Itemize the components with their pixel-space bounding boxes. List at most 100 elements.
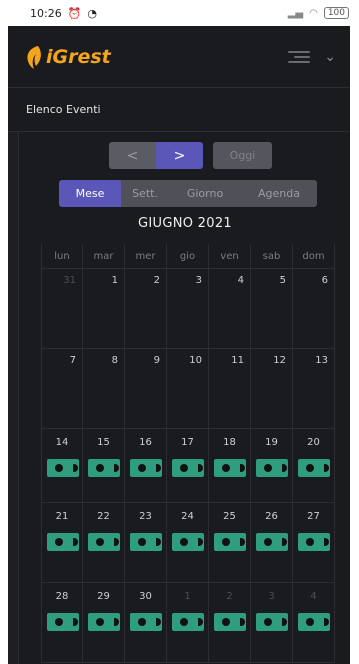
day-cell[interactable]: 22 bbox=[83, 503, 125, 582]
event-chip[interactable] bbox=[298, 613, 330, 631]
view-agenda-button[interactable]: Agenda bbox=[241, 180, 317, 207]
event-chip[interactable] bbox=[256, 533, 288, 551]
day-cell[interactable]: 26 bbox=[251, 503, 293, 582]
day-cell[interactable]: 13 bbox=[293, 349, 335, 428]
event-dot-icon bbox=[264, 464, 272, 472]
event-chip[interactable] bbox=[172, 613, 204, 631]
event-half-dot-icon bbox=[324, 538, 329, 546]
day-number: 8 bbox=[111, 355, 118, 366]
day-cell[interactable]: 2 bbox=[209, 583, 251, 662]
day-number: 30 bbox=[139, 591, 152, 602]
day-cell[interactable]: 1 bbox=[167, 583, 209, 662]
event-chip[interactable] bbox=[47, 613, 79, 631]
app-header: iGrest ⌄ bbox=[8, 26, 350, 88]
event-chip[interactable] bbox=[256, 459, 288, 477]
day-cell[interactable]: 20 bbox=[293, 429, 335, 502]
day-number: 25 bbox=[223, 511, 236, 522]
next-month-button[interactable]: > bbox=[156, 142, 203, 169]
day-number: 12 bbox=[273, 355, 286, 366]
day-cell[interactable]: 27 bbox=[293, 503, 335, 582]
battery-icon: 100 bbox=[323, 7, 349, 19]
event-chip[interactable] bbox=[214, 613, 246, 631]
page-title: Elenco Eventi bbox=[8, 88, 350, 132]
view-day-button[interactable]: Giorno bbox=[169, 180, 241, 207]
event-dot-icon bbox=[222, 618, 230, 626]
event-half-dot-icon bbox=[73, 538, 78, 546]
brand-logo[interactable]: iGrest bbox=[24, 44, 111, 70]
weekday-label: mar bbox=[83, 244, 125, 268]
event-chip[interactable] bbox=[88, 459, 120, 477]
brand-name: iGrest bbox=[46, 45, 111, 68]
event-half-dot-icon bbox=[324, 464, 329, 472]
view-week-button[interactable]: Sett. bbox=[121, 180, 169, 207]
day-number: 24 bbox=[181, 511, 194, 522]
day-number: 23 bbox=[139, 511, 152, 522]
day-cell[interactable]: 12 bbox=[251, 349, 293, 428]
day-cell[interactable]: 6 bbox=[293, 269, 335, 348]
event-chip[interactable] bbox=[88, 613, 120, 631]
event-half-dot-icon bbox=[282, 464, 287, 472]
status-bar: 10:26 ⏰ ◔ ▂▄ ◠ 100 bbox=[0, 0, 359, 26]
day-cell[interactable]: 5 bbox=[251, 269, 293, 348]
event-chip[interactable] bbox=[256, 613, 288, 631]
day-cell[interactable]: 30 bbox=[125, 583, 167, 662]
day-cell[interactable]: 24 bbox=[167, 503, 209, 582]
day-cell[interactable]: 2 bbox=[125, 269, 167, 348]
day-cell[interactable]: 8 bbox=[83, 349, 125, 428]
signal-icon: ▂▄ bbox=[287, 7, 304, 19]
day-cell[interactable]: 7 bbox=[41, 349, 83, 428]
event-chip[interactable] bbox=[172, 459, 204, 477]
event-chip[interactable] bbox=[172, 533, 204, 551]
event-chip[interactable] bbox=[298, 459, 330, 477]
event-dot-icon bbox=[96, 464, 104, 472]
event-chip[interactable] bbox=[130, 533, 162, 551]
day-cell[interactable]: 3 bbox=[251, 583, 293, 662]
event-dot-icon bbox=[96, 618, 104, 626]
event-half-dot-icon bbox=[114, 464, 119, 472]
day-cell[interactable]: 25 bbox=[209, 503, 251, 582]
event-chip[interactable] bbox=[298, 533, 330, 551]
day-number: 2 bbox=[226, 591, 233, 602]
day-cell[interactable]: 11 bbox=[209, 349, 251, 428]
day-cell[interactable]: 21 bbox=[41, 503, 83, 582]
wifi-icon: ◠ bbox=[309, 7, 318, 19]
day-cell[interactable]: 23 bbox=[125, 503, 167, 582]
day-cell[interactable]: 18 bbox=[209, 429, 251, 502]
chevron-down-icon[interactable]: ⌄ bbox=[324, 49, 336, 65]
day-cell[interactable]: 4 bbox=[209, 269, 251, 348]
prev-month-button[interactable]: < bbox=[109, 142, 156, 169]
clock: 10:26 bbox=[30, 6, 62, 20]
event-chip[interactable] bbox=[130, 459, 162, 477]
day-cell[interactable]: 31 bbox=[41, 269, 83, 348]
day-cell[interactable]: 16 bbox=[125, 429, 167, 502]
event-chip[interactable] bbox=[88, 533, 120, 551]
day-cell[interactable]: 14 bbox=[41, 429, 83, 502]
day-cell[interactable]: 29 bbox=[83, 583, 125, 662]
event-dot-icon bbox=[138, 464, 146, 472]
day-cell[interactable]: 4 bbox=[293, 583, 335, 662]
day-number: 1 bbox=[184, 591, 191, 602]
event-chip[interactable] bbox=[214, 459, 246, 477]
event-dot-icon bbox=[306, 538, 314, 546]
day-cell[interactable]: 9 bbox=[125, 349, 167, 428]
event-dot-icon bbox=[55, 538, 63, 546]
event-chip[interactable] bbox=[47, 459, 79, 477]
day-number: 20 bbox=[307, 437, 320, 448]
day-cell[interactable]: 1 bbox=[83, 269, 125, 348]
day-cell[interactable]: 17 bbox=[167, 429, 209, 502]
day-cell[interactable]: 3 bbox=[167, 269, 209, 348]
hamburger-menu-icon[interactable] bbox=[286, 50, 311, 63]
event-dot-icon bbox=[96, 538, 104, 546]
leaf-logo-icon bbox=[27, 45, 41, 69]
event-chip[interactable] bbox=[214, 533, 246, 551]
event-chip[interactable] bbox=[130, 613, 162, 631]
today-button[interactable]: Oggi bbox=[213, 142, 272, 169]
day-cell[interactable]: 28 bbox=[41, 583, 83, 662]
day-cell[interactable]: 10 bbox=[167, 349, 209, 428]
event-half-dot-icon bbox=[240, 464, 245, 472]
day-cell[interactable]: 19 bbox=[251, 429, 293, 502]
view-month-button[interactable]: Mese bbox=[59, 180, 121, 207]
event-half-dot-icon bbox=[324, 618, 329, 626]
event-chip[interactable] bbox=[47, 533, 79, 551]
day-cell[interactable]: 15 bbox=[83, 429, 125, 502]
